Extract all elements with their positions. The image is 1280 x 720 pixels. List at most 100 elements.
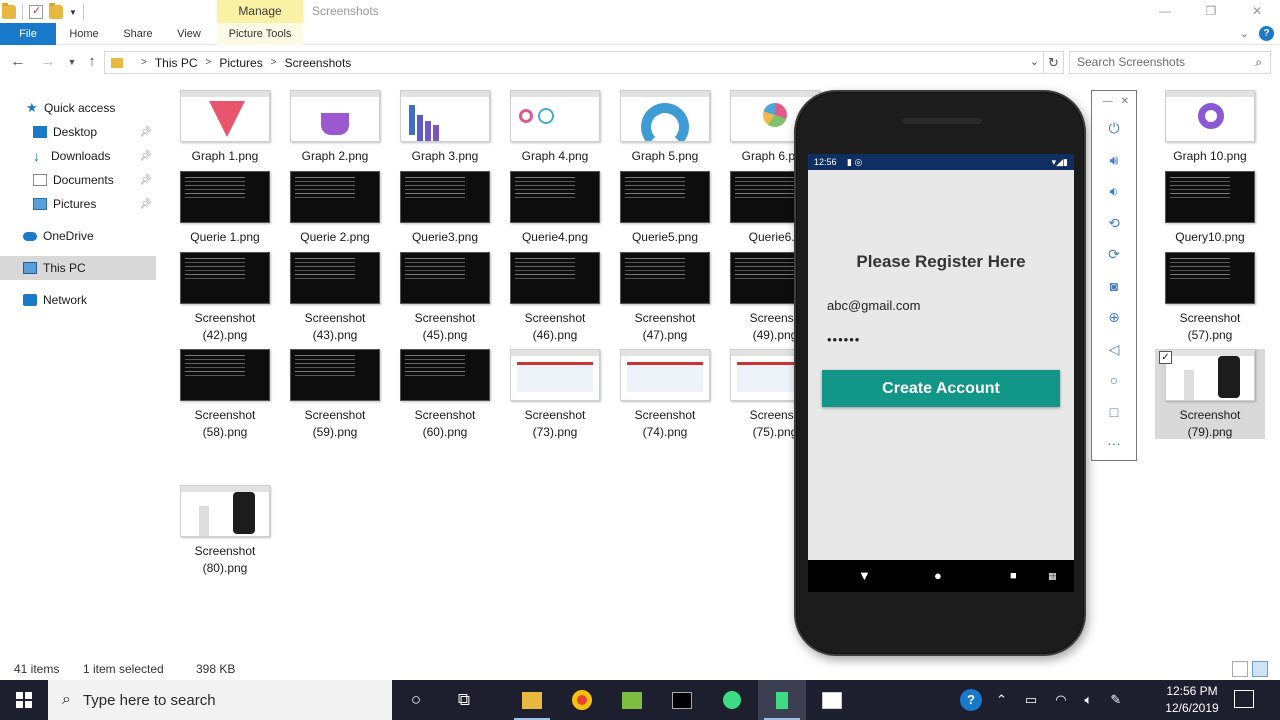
rotate-left-icon[interactable]: ⟲: [1092, 208, 1136, 240]
android-studio-icon[interactable]: [708, 680, 756, 720]
properties-icon[interactable]: [29, 4, 43, 19]
android-home-icon[interactable]: ●: [934, 560, 942, 592]
forward-arrow-icon[interactable]: →: [38, 52, 58, 72]
camera-icon[interactable]: ◙: [1092, 271, 1136, 303]
breadcrumb-separator-icon[interactable]: >: [141, 57, 147, 68]
file-item[interactable]: Querie4.png: [500, 171, 610, 244]
search-icon[interactable]: ⌕: [1255, 52, 1262, 73]
minimize-icon[interactable]: —: [1103, 91, 1113, 113]
breadcrumb-separator-icon[interactable]: >: [271, 57, 277, 68]
action-center-icon[interactable]: [1234, 690, 1254, 708]
file-item[interactable]: Screenshot (60).png: [390, 349, 500, 439]
file-item[interactable]: Graph 10.png: [1155, 90, 1265, 163]
nav-item-this-pc[interactable]: This PC: [0, 256, 156, 280]
file-item[interactable]: Screenshot (42).png: [170, 252, 280, 342]
close-button[interactable]: ✕: [1234, 0, 1280, 23]
new-folder-icon[interactable]: [49, 3, 63, 19]
file-item[interactable]: Screenshot (80).png: [170, 485, 280, 575]
customize-toolbar-chevron-icon[interactable]: ▼: [69, 8, 77, 17]
rotate-right-icon[interactable]: ⟳: [1092, 239, 1136, 271]
keyboard-icon[interactable]: ▦: [1048, 560, 1057, 592]
volume-down-icon[interactable]: 🔉︎: [1092, 176, 1136, 208]
file-item[interactable]: Query10.png: [1155, 171, 1265, 244]
password-field[interactable]: ••••••: [827, 332, 860, 347]
create-account-button[interactable]: Create Account: [822, 370, 1060, 407]
selection-checkbox[interactable]: ✓: [1159, 351, 1172, 364]
more-icon[interactable]: ···: [1092, 428, 1136, 460]
cortana-icon[interactable]: ○: [392, 680, 440, 720]
file-item[interactable]: Screenshot (45).png: [390, 252, 500, 342]
tab-share[interactable]: Share: [112, 23, 164, 45]
help-tray-icon[interactable]: ?: [960, 689, 982, 711]
refresh-icon[interactable]: ↻: [1044, 51, 1064, 74]
recent-locations-chevron-icon[interactable]: ▼: [62, 52, 82, 72]
help-icon[interactable]: ?: [1259, 26, 1274, 41]
emulator-screen[interactable]: 12:56 ▮ ◎ ▾◢▮ Please Register Here abc@g…: [808, 154, 1074, 592]
tab-view[interactable]: View: [166, 23, 212, 45]
android-back-icon[interactable]: ▼: [858, 560, 871, 592]
large-icons-view-icon[interactable]: [1252, 661, 1268, 677]
restore-button[interactable]: ❐: [1188, 0, 1234, 23]
file-item[interactable]: Graph 5.png: [610, 90, 720, 163]
manage-contextual-tab[interactable]: Manage: [217, 0, 303, 23]
taskbar-clock[interactable]: 12:56 PM 12/6/2019: [1155, 683, 1229, 717]
nav-item-onedrive[interactable]: OneDrive: [0, 224, 156, 248]
wifi-icon[interactable]: ◠: [1055, 692, 1066, 708]
tab-file[interactable]: File: [0, 23, 56, 45]
overview-icon[interactable]: □: [1092, 397, 1136, 429]
task-view-icon[interactable]: ⧉: [440, 680, 488, 720]
file-item[interactable]: Screenshot (59).png: [280, 349, 390, 439]
breadcrumb-screenshots[interactable]: Screenshots: [285, 56, 352, 70]
file-item[interactable]: Screenshot (47).png: [610, 252, 720, 342]
expand-ribbon-chevron-icon[interactable]: ⌄: [1240, 27, 1249, 40]
battery-icon[interactable]: ▭: [1025, 692, 1037, 708]
nav-item-downloads[interactable]: ↓ Downloads 📌︎: [0, 144, 156, 168]
home-icon[interactable]: ○: [1092, 365, 1136, 397]
photos-icon[interactable]: [808, 680, 856, 720]
tab-picture-tools[interactable]: Picture Tools: [217, 23, 303, 45]
command-prompt-icon[interactable]: [658, 680, 706, 720]
file-item[interactable]: Graph 4.png: [500, 90, 610, 163]
volume-icon[interactable]: 🔈︎: [1085, 692, 1093, 708]
file-item[interactable]: Graph 1.png: [170, 90, 280, 163]
minimize-button[interactable]: —: [1142, 0, 1188, 23]
email-field[interactable]: abc@gmail.com: [827, 298, 920, 313]
chrome-icon[interactable]: [558, 680, 606, 720]
android-recents-icon[interactable]: ■: [1010, 560, 1017, 592]
details-view-icon[interactable]: [1232, 661, 1248, 677]
start-button[interactable]: [0, 680, 48, 720]
up-arrow-icon[interactable]: ↑: [82, 52, 102, 72]
breadcrumb-this-pc[interactable]: This PC: [155, 56, 198, 70]
file-item[interactable]: Querie 1.png: [170, 171, 280, 244]
file-item[interactable]: Querie 2.png: [280, 171, 390, 244]
file-item[interactable]: Graph 3.png: [390, 90, 500, 163]
power-icon[interactable]: ⏻: [1092, 113, 1136, 145]
breadcrumb-pictures[interactable]: Pictures: [219, 56, 262, 70]
back-arrow-icon[interactable]: ←: [8, 52, 28, 72]
nav-item-network[interactable]: Network: [0, 288, 156, 312]
file-item[interactable]: Screenshot (79).png ✓: [1155, 349, 1265, 439]
file-item[interactable]: Screenshot (73).png: [500, 349, 610, 439]
file-item[interactable]: Screenshot (46).png: [500, 252, 610, 342]
file-item[interactable]: Querie3.png: [390, 171, 500, 244]
nav-item-documents[interactable]: Documents 📌︎: [0, 168, 156, 192]
notepad-plus-plus-icon[interactable]: [608, 680, 656, 720]
nav-item-desktop[interactable]: Desktop 📌︎: [0, 120, 156, 144]
back-icon[interactable]: ◁: [1092, 334, 1136, 366]
file-explorer-icon[interactable]: [508, 680, 556, 720]
zoom-icon[interactable]: ⊕: [1092, 302, 1136, 334]
file-item[interactable]: Screenshot (57).png: [1155, 252, 1265, 342]
nav-item-pictures[interactable]: Pictures 📌︎: [0, 192, 156, 216]
breadcrumb-separator-icon[interactable]: >: [206, 57, 212, 68]
taskbar-search-input[interactable]: ⌕ Type here to search: [48, 680, 392, 720]
show-hidden-icons-icon[interactable]: ⌃: [996, 692, 1007, 708]
volume-up-icon[interactable]: 🔊︎: [1092, 145, 1136, 177]
address-bar[interactable]: > This PC > Pictures > Screenshots ⌄: [104, 51, 1044, 74]
file-item[interactable]: Graph 2.png: [280, 90, 390, 163]
folder-icon[interactable]: [2, 3, 16, 19]
nav-item-quick-access[interactable]: ★ Quick access: [0, 96, 156, 120]
address-dropdown-chevron-icon[interactable]: ⌄: [1030, 55, 1039, 68]
file-item[interactable]: Screenshot (74).png: [610, 349, 720, 439]
file-item[interactable]: Querie5.png: [610, 171, 720, 244]
file-item[interactable]: Screenshot (58).png: [170, 349, 280, 439]
